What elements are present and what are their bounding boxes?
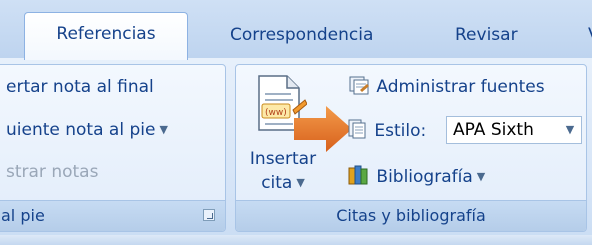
citations-group-label: Citas y bibliografía [336,206,486,225]
bibliography-label: Bibliografía [376,167,473,187]
tab-vista-partial[interactable]: V [580,14,592,58]
manage-sources-button[interactable]: Administrar fuentes [347,74,545,97]
bibliography-button[interactable]: Bibliografía ▼ [347,164,485,187]
orange-arrow-icon [294,106,352,152]
bibliography-icon [348,165,368,185]
insert-endnote-button[interactable]: ertar nota al final [6,77,154,97]
manage-sources-label: Administrar fuentes [376,77,545,97]
style-icon [348,119,366,139]
chevron-down-icon: ▼ [159,123,168,136]
footnotes-group-label: al pie [1,206,45,225]
tab-correspondencia[interactable]: Correspondencia [222,14,381,58]
ribbon-bottom-edge [0,235,592,245]
chevron-down-icon: ▼ [296,176,305,189]
next-footnote-label: uiente nota al pie [6,120,156,140]
tab-revisar[interactable]: Revisar [447,14,526,58]
show-notes-label: strar notas [6,162,99,182]
svg-text:(ww): (ww) [265,108,287,118]
style-control: Estilo: [347,118,426,141]
style-combobox[interactable]: APA Sixth ▼ [446,116,582,144]
chevron-down-icon[interactable]: ▼ [559,117,581,143]
chevron-down-icon: ▼ [476,170,486,183]
footnotes-group-footer: al pie [0,200,225,231]
show-notes-button[interactable]: strar notas [6,162,98,182]
style-value: APA Sixth [453,120,534,140]
dialog-launcher-icon[interactable] [203,209,215,221]
tab-referencias[interactable]: Referencias [24,12,188,60]
citations-group-footer: Citas y bibliografía [236,200,586,231]
next-footnote-button[interactable]: uiente nota al pie ▼ [6,120,168,140]
insert-citation-label-line2: cita ▼ [261,173,305,193]
ribbon-tab-strip: Referencias Correspondencia Revisar V [0,0,592,60]
manage-sources-icon [349,76,369,95]
insert-endnote-label: ertar nota al final [6,77,154,97]
style-label: Estilo: [374,121,427,141]
